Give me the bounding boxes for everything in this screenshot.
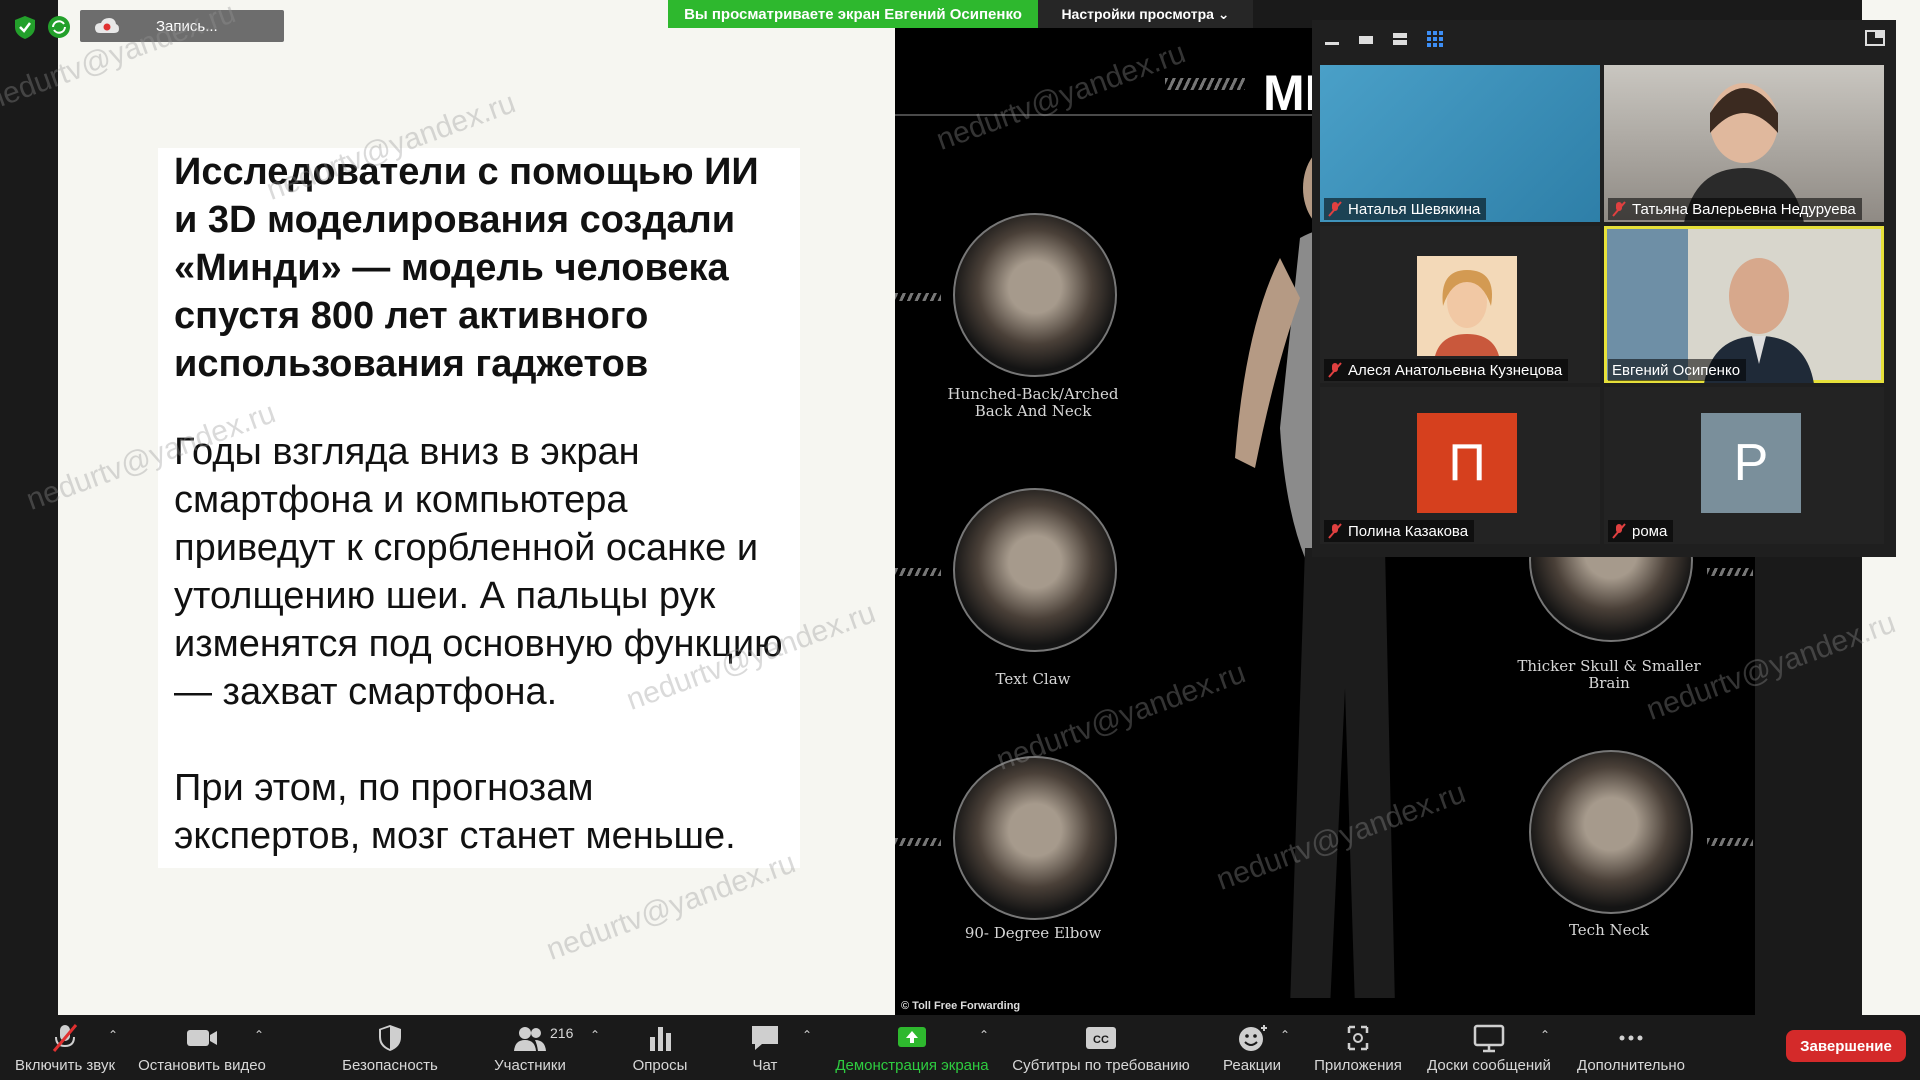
title-hatch [1165,78,1245,90]
polls-icon [650,1027,671,1051]
hatch-3 [895,838,941,846]
smiley-icon [1239,1025,1267,1051]
shared-slide: Исследователи с помощью ИИ и 3D моделиро… [58,0,895,1015]
share-screen-button[interactable]: Демонстрация экрана [830,1015,994,1080]
slide-headline: Исследователи с помощью ИИ и 3D моделиро… [174,151,759,385]
video-options-caret-icon[interactable]: ⌃ [254,1028,264,1042]
participant-avatar: П [1417,413,1517,513]
muted-mic-icon [1328,362,1342,378]
pop-out-icon[interactable] [1865,30,1885,46]
participant-name-tag: рома [1608,520,1674,542]
reactions-options-caret-icon[interactable]: ⌃ [1280,1028,1290,1042]
view-options-button[interactable]: Настройки просмотра ⌄ [1038,0,1253,28]
participant-tile[interactable]: Алеся Анатольевна Кузнецова [1320,226,1600,383]
caption-tech-neck: Tech Neck [1568,921,1650,939]
video-camera-icon [187,1030,217,1046]
apps-button[interactable]: Приложения [1308,1015,1408,1080]
connection-status-icon[interactable] [46,14,72,40]
apps-icon [1347,1025,1369,1051]
muted-mic-icon [1612,201,1626,217]
participant-name-tag: Евгений Осипенко [1608,359,1747,381]
recording-label: Запись... [156,17,218,35]
captions-button[interactable]: CC Субтитры по требованию [1006,1015,1196,1080]
whiteboards-options-caret-icon[interactable]: ⌃ [1540,1028,1550,1042]
caption-hunched-back: Hunched-Back/Arched Back And Neck [947,385,1119,420]
circle-hunched-back [953,213,1117,377]
participants-icon [514,1027,546,1051]
caption-elbow: 90- Degree Elbow [964,924,1102,942]
cloud-record-icon [95,18,119,33]
audio-options-caret-icon[interactable]: ⌃ [108,1028,118,1042]
participant-name-tag: Полина Казакова [1324,520,1475,542]
participant-name-tag: Алеся Анатольевна Кузнецова [1324,359,1569,381]
share-options-caret-icon[interactable]: ⌃ [979,1028,989,1042]
minimize-icon[interactable] [1324,32,1340,46]
participant-gallery: Наталья Шевякина Татьяна Валерьевна Неду… [1312,20,1896,557]
whiteboard-icon [1473,1024,1505,1053]
encryption-shield-icon[interactable] [12,14,38,40]
whiteboards-button[interactable]: Доски сообщений [1420,1015,1558,1080]
meeting-toolbar: Включить звук ⌃ Остановить видео ⌃ Безоп… [0,1015,1920,1080]
participant-tile[interactable]: Татьяна Валерьевна Недуруева [1604,65,1884,222]
hatch-4 [1707,568,1753,576]
muted-mic-icon [1612,523,1626,539]
recording-indicator[interactable]: Запись... [80,10,284,42]
caption-skull: Thicker Skull & Smaller Brain [1517,657,1701,692]
gallery-header [1312,20,1896,60]
security-button[interactable]: Безопасность [336,1015,444,1080]
hatch-1 [895,293,941,301]
slide-paragraph-1: Годы взгляда вниз в экран смартфона и ко… [174,431,783,713]
caption-text-claw: Text Claw [995,670,1071,688]
share-screen-icon [898,1027,926,1047]
circle-elbow [953,756,1117,920]
hatch-2 [895,568,941,576]
participant-tile[interactable]: Р рома [1604,387,1884,544]
muted-mic-icon [1328,523,1342,539]
participant-name-tag: Наталья Шевякина [1324,198,1487,220]
single-view-icon[interactable] [1358,32,1374,46]
participants-count: 216 [550,1025,574,1041]
chat-button[interactable]: Чат [730,1015,800,1080]
polls-button[interactable]: Опросы [620,1015,700,1080]
circle-text-claw [953,488,1117,652]
chat-options-caret-icon[interactable]: ⌃ [802,1028,812,1042]
reactions-button[interactable]: Реакции [1212,1015,1292,1080]
stop-video-button[interactable]: Остановить видео [136,1015,268,1080]
strip-view-icon[interactable] [1392,32,1408,46]
grid-view-icon[interactable] [1426,30,1444,48]
more-button[interactable]: Дополнительно [1568,1015,1694,1080]
end-meeting-button[interactable]: Завершение [1786,1030,1906,1062]
circle-tech-neck [1529,750,1693,914]
participants-options-caret-icon[interactable]: ⌃ [590,1028,600,1042]
participant-photo [1417,256,1517,356]
hatch-5 [1707,838,1753,846]
title-rule [895,114,1325,116]
image-credit: © Toll Free Forwarding [901,1000,1021,1012]
chat-icon [752,1026,778,1050]
more-dots-icon [1619,1035,1643,1041]
slide-paragraph-2: При этом, по прогнозам экспертов, мозг с… [174,767,736,857]
image-title: MI [1263,65,1319,121]
slide-textbox: Исследователи с помощью ИИ и 3D моделиро… [158,148,800,868]
participant-name-tag: Татьяна Валерьевна Недуруева [1608,198,1862,220]
svg-text:CC: CC [1093,1034,1109,1046]
unmute-button[interactable]: Включить звук [10,1015,120,1080]
muted-mic-icon [52,1024,78,1052]
shield-icon [379,1025,401,1051]
closed-captions-icon: CC [1086,1027,1116,1049]
participant-tile-active-speaker[interactable]: Евгений Осипенко [1604,226,1884,383]
participant-tile[interactable]: П Полина Казакова [1320,387,1600,544]
sharing-banner: Вы просматриваете экран Евгений Осипенко [668,0,1038,28]
participant-avatar: Р [1701,413,1801,513]
muted-mic-icon [1328,201,1342,217]
participant-tile[interactable]: Наталья Шевякина [1320,65,1600,222]
